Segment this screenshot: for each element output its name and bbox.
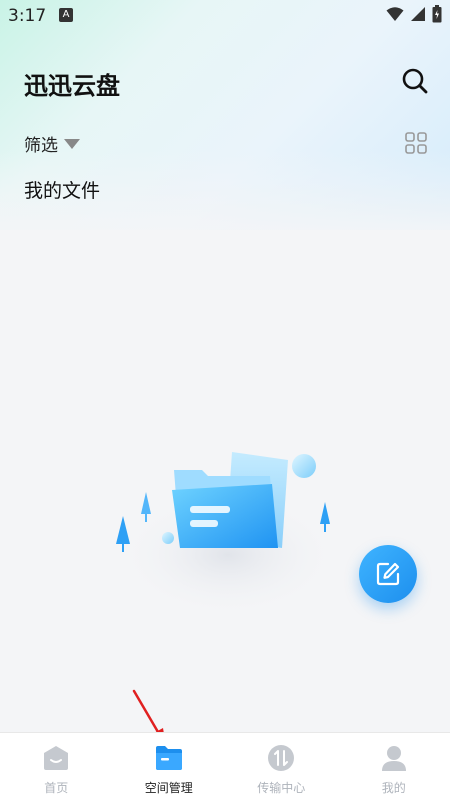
transfer-icon — [266, 743, 296, 773]
section-title: 我的文件 — [24, 176, 100, 203]
nav-item-label: 首页 — [44, 779, 68, 796]
status-time: 3:17 — [8, 6, 46, 26]
empty-folder-illustration — [110, 440, 350, 630]
grid-view-button[interactable] — [404, 131, 428, 155]
filter-label: 筛选 — [24, 131, 58, 156]
edit-icon — [375, 561, 401, 587]
app-title: 迅迅云盘 — [24, 66, 120, 101]
nav-item-profile[interactable]: 我的 — [338, 733, 450, 801]
signal-icon — [410, 6, 426, 22]
home-icon — [41, 743, 71, 773]
filter-dropdown[interactable]: 筛选 — [24, 131, 80, 156]
wifi-icon — [386, 6, 404, 22]
bottom-navigation: 首页 空间管理 传输中心 我的 — [0, 732, 450, 801]
profile-icon — [379, 743, 409, 773]
nav-item-transfer-center[interactable]: 传输中心 — [225, 733, 338, 801]
nav-item-space-management[interactable]: 空间管理 — [113, 733, 226, 801]
status-icons — [386, 5, 442, 23]
battery-icon — [432, 5, 442, 23]
nav-item-home[interactable]: 首页 — [0, 733, 113, 801]
notification-badge-icon: A — [59, 8, 73, 22]
folder-icon — [154, 743, 184, 773]
status-bar: 3:17 A — [0, 0, 450, 30]
new-note-button[interactable] — [359, 545, 417, 603]
triangle-down-icon — [64, 139, 80, 149]
grid-icon — [404, 131, 428, 155]
nav-item-label: 传输中心 — [257, 779, 305, 796]
search-icon — [400, 66, 430, 96]
search-button[interactable] — [400, 66, 430, 96]
nav-item-label: 空间管理 — [145, 779, 193, 796]
nav-item-label: 我的 — [382, 779, 406, 796]
